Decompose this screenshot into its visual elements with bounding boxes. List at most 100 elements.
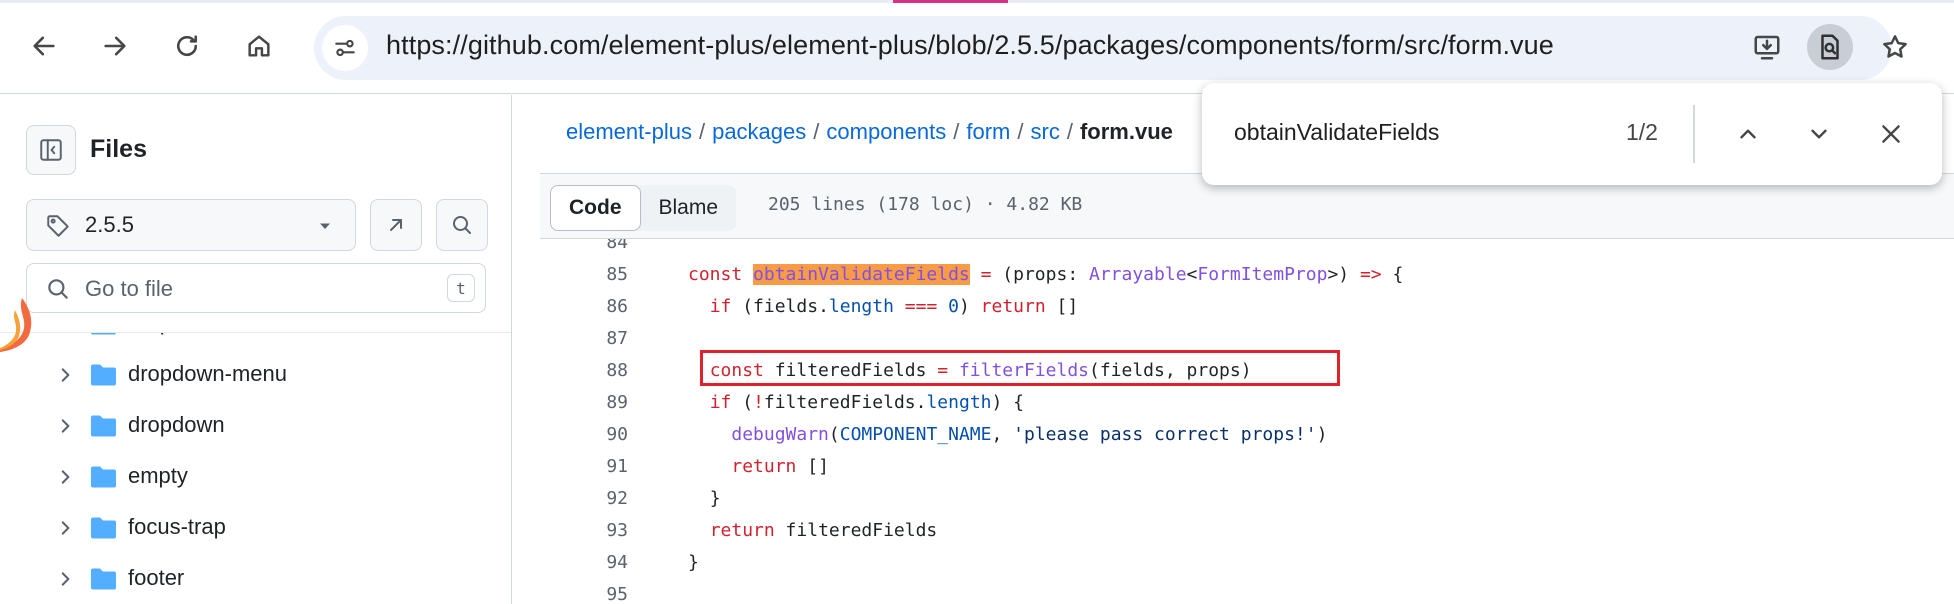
chevron-right-icon[interactable] [56, 366, 74, 384]
go-to-file-input[interactable]: Go to file t [26, 263, 486, 313]
token-arrow: => [1359, 264, 1382, 285]
token-punct: ) { [991, 392, 1025, 413]
chevron-down-icon [1811, 129, 1827, 139]
collapse-sidebar-button[interactable] [26, 125, 76, 175]
line-number[interactable]: 90 [540, 424, 628, 445]
token-number: 0 [948, 296, 959, 317]
reload-button[interactable] [165, 24, 209, 68]
line-number[interactable]: 86 [540, 296, 628, 317]
token-punct: ( [828, 424, 840, 445]
site-info-button[interactable] [322, 25, 368, 71]
line-number[interactable]: 84 [540, 239, 628, 253]
token-function: debugWarn [731, 424, 829, 445]
home-button[interactable] [237, 24, 281, 68]
tree-item-focus-trap[interactable]: focus-trap [0, 503, 511, 554]
line-number[interactable]: 95 [540, 584, 628, 604]
token-text: filteredFields [763, 360, 938, 381]
code-line: 90 debugWarn(COMPONENT_NAME, 'please pas… [540, 419, 1954, 451]
line-number[interactable]: 87 [540, 328, 628, 349]
expand-file-tree-button[interactable] [370, 199, 422, 251]
browser-toolbar: https://github.com/element-plus/element-… [0, 0, 1954, 94]
token-type: FormItemProp [1197, 264, 1328, 285]
token-text: (fields. [731, 296, 829, 317]
find-query-input[interactable]: obtainValidateFields [1234, 119, 1439, 146]
tree-item-footer[interactable]: footer [0, 554, 511, 604]
find-in-page-button[interactable] [1807, 24, 1853, 70]
breadcrumb-separator: / [813, 119, 820, 144]
caret-down-icon [320, 223, 330, 229]
search-code-button[interactable] [436, 199, 488, 251]
tree-item-empty[interactable]: empty [0, 452, 511, 503]
tree-item-dropdown[interactable]: dropdown [0, 401, 511, 452]
token-params: (props: [1002, 264, 1089, 285]
token-punct: ) [1316, 424, 1328, 445]
home-icon [248, 35, 270, 57]
install-app-button[interactable] [1744, 24, 1790, 70]
tree-item-label: footer [128, 565, 185, 590]
find-icon [1821, 34, 1839, 60]
token-keyword: const [709, 360, 764, 381]
breadcrumb-link-form[interactable]: form [966, 119, 1010, 144]
line-number[interactable]: 94 [540, 552, 628, 573]
sidebar-title: Files [90, 135, 147, 163]
tree-item-label: dropdown-menu [128, 361, 287, 386]
find-close-button[interactable] [1868, 111, 1914, 157]
token-text: [] [1045, 296, 1079, 317]
line-number[interactable]: 92 [540, 488, 628, 509]
bookmark-button[interactable] [1872, 24, 1918, 70]
token-text: [] [796, 456, 829, 477]
token-keyword: const [688, 264, 743, 285]
token-keyword: if [709, 296, 732, 317]
forward-icon [104, 36, 126, 56]
line-number[interactable]: 85 [540, 264, 628, 285]
line-number[interactable]: 91 [540, 456, 628, 477]
arrow-up-right-icon [390, 219, 402, 231]
line-number[interactable]: 89 [540, 392, 628, 413]
chevron-right-icon[interactable] [56, 468, 74, 486]
line-number[interactable]: 93 [540, 520, 628, 541]
breadcrumb-link-packages[interactable]: packages [712, 119, 806, 144]
breadcrumb-link-components[interactable]: components [826, 119, 946, 144]
back-button[interactable] [22, 24, 66, 68]
breadcrumb-separator: / [953, 119, 960, 144]
find-previous-button[interactable] [1725, 111, 1771, 157]
code-line: 89 if (!filteredFields.length) { [540, 387, 1954, 419]
tree-item-dropdown-menu[interactable]: dropdown-menu [0, 350, 511, 401]
code-line: 92 } [540, 483, 1954, 515]
token-punct: } [688, 552, 699, 573]
tree-item-label: focus-trap [128, 514, 226, 539]
back-icon [33, 36, 55, 56]
code-tab[interactable]: Code [550, 185, 641, 231]
forward-button[interactable] [93, 24, 137, 68]
token-text: filteredFields. [763, 392, 927, 413]
folder-icon [91, 517, 116, 539]
token-string: 'please pass correct props!' [1013, 424, 1317, 445]
code-line: 85 const obtainValidateFields = (props: … [540, 259, 1954, 291]
folder-icon [91, 364, 116, 386]
breadcrumb-separator: / [1066, 119, 1073, 144]
token-constant: COMPONENT_NAME [839, 424, 992, 445]
token-text: (fields, props) [1089, 360, 1252, 381]
chevron-right-icon[interactable] [56, 570, 74, 588]
token-property: length [828, 296, 894, 317]
token-text: filteredFields [774, 520, 938, 541]
code-text: if (fields.length === 0) return [] [688, 296, 1079, 317]
token-keyword: return [980, 296, 1046, 317]
tree-item-label: dropdown [128, 412, 225, 437]
site-info-icon [335, 39, 355, 57]
line-number[interactable]: 88 [540, 360, 628, 381]
install-icon [1754, 35, 1780, 60]
breadcrumb-repo-link[interactable]: element-plus [566, 119, 692, 144]
branch-selector[interactable]: 2.5.5 [26, 199, 356, 251]
url-text[interactable]: https://github.com/element-plus/element-… [386, 30, 1554, 61]
find-next-button[interactable] [1796, 111, 1842, 157]
blame-tab[interactable]: Blame [641, 185, 737, 231]
chevron-up-icon [1740, 129, 1756, 139]
token-operator: ! [753, 392, 764, 413]
find-bar: obtainValidateFields 1/2 [1202, 83, 1942, 185]
keyboard-shortcut-hint: t [447, 274, 475, 302]
code-text: } [688, 552, 699, 573]
breadcrumb-link-src[interactable]: src [1031, 119, 1060, 144]
chevron-right-icon[interactable] [56, 519, 74, 537]
chevron-right-icon[interactable] [56, 417, 74, 435]
